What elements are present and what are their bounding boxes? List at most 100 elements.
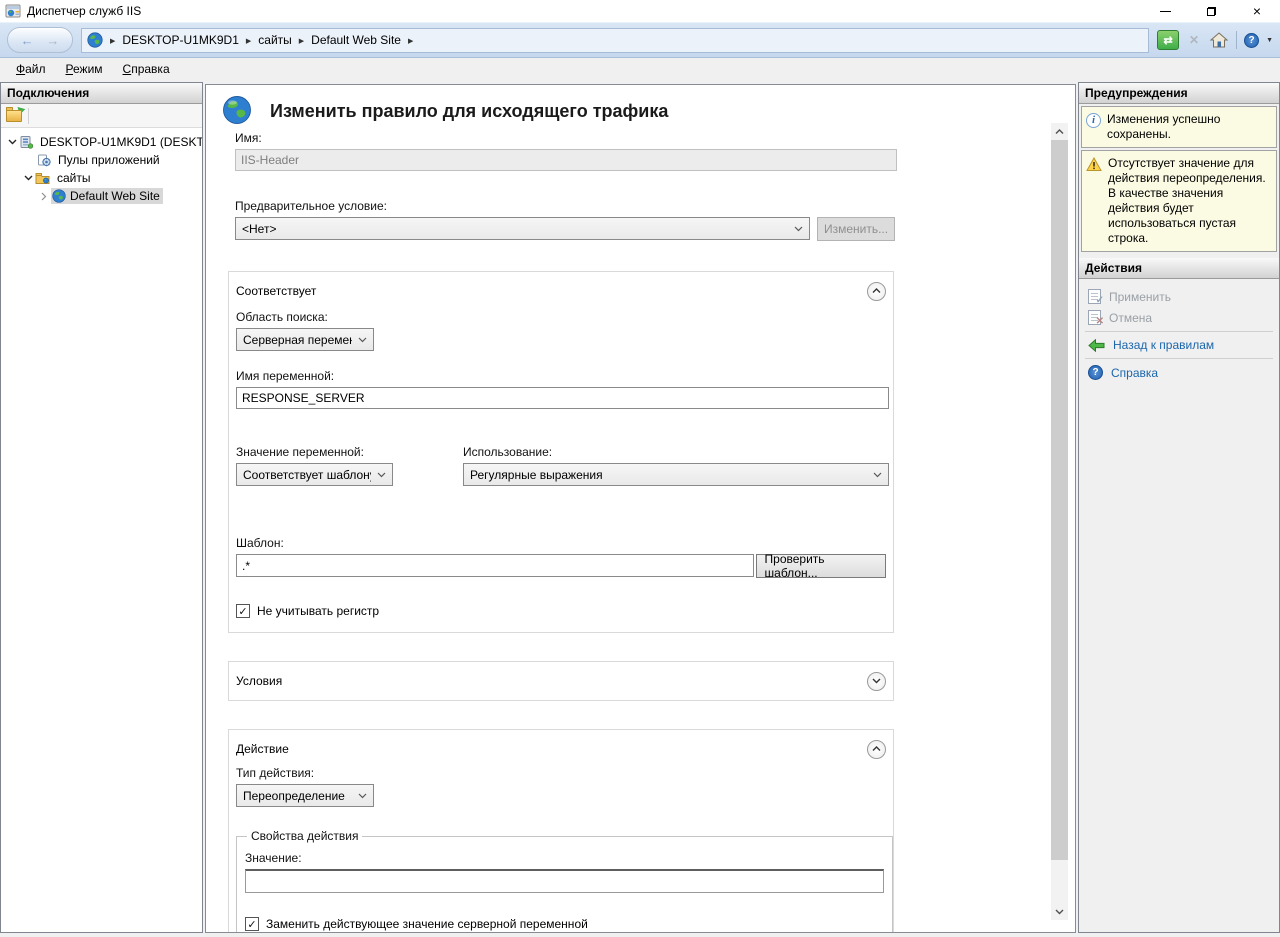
collapse-action-button[interactable] (867, 740, 886, 759)
tree-item-sites[interactable]: сайты (1, 169, 202, 187)
variable-name-field[interactable] (236, 387, 889, 409)
replace-value-label: Заменить действующее значение серверной … (266, 917, 588, 931)
menu-file[interactable]: Файл (6, 60, 56, 78)
variable-value-selected: Соответствует шаблону (243, 468, 371, 482)
restore-button[interactable] (1188, 0, 1234, 22)
breadcrumb-sites[interactable]: сайты (258, 33, 292, 47)
create-connection-icon[interactable] (6, 110, 22, 122)
action-value-field[interactable] (245, 869, 884, 893)
alert-info-text: Изменения успешно сохранены. (1107, 112, 1272, 142)
variable-value-select[interactable]: Соответствует шаблону (236, 463, 393, 486)
tree-item-default-web-site[interactable]: Default Web Site (1, 187, 202, 205)
vertical-scrollbar[interactable] (1051, 123, 1068, 920)
right-panel: Предупреждения i Изменения успешно сохра… (1078, 82, 1280, 933)
alert-warning: Отсутствует значение для действия переоп… (1081, 150, 1277, 252)
stop-icon: ✕ (1184, 30, 1204, 50)
globe-icon (87, 32, 103, 48)
divider (1085, 331, 1273, 332)
menu-view[interactable]: Режим (56, 60, 113, 78)
action-properties-group: Свойства действия Значение: ✓ Заменить д… (236, 829, 893, 932)
server-icon (19, 135, 33, 149)
ignore-case-label: Не учитывать регистр (257, 604, 379, 618)
chevron-right-icon[interactable] (37, 192, 51, 201)
breadcrumb-expand-icon[interactable]: ▶ (246, 36, 251, 45)
tree-item-app-pools[interactable]: Пулы приложений (1, 151, 202, 169)
breadcrumb-expand-icon[interactable]: ▶ (110, 36, 115, 45)
titlebar: Диспетчер служб IIS × (0, 0, 1280, 22)
scroll-down-icon[interactable] (1051, 903, 1068, 920)
restore-icon (1207, 7, 1216, 16)
action-properties-legend: Свойства действия (247, 829, 362, 843)
scope-label: Область поиска: (236, 310, 886, 324)
connections-toolbar (1, 104, 202, 128)
warning-icon (1086, 157, 1102, 246)
replace-value-checkbox[interactable]: ✓ (245, 917, 259, 931)
app-body: Подключения (0, 80, 1280, 937)
ignore-case-checkbox[interactable]: ✓ (236, 604, 250, 618)
actions-list: ✓ Применить ✕ Отмена Назад к правилам (1079, 279, 1279, 387)
help-link[interactable]: ? Справка (1079, 362, 1279, 383)
home-icon[interactable] (1209, 31, 1229, 49)
connections-panel: Подключения (0, 82, 203, 933)
breadcrumb-expand-icon[interactable]: ▶ (408, 36, 413, 45)
minimize-button[interactable] (1142, 0, 1188, 22)
name-label: Имя: (235, 131, 1043, 145)
main-wrap: Изменить правило для исходящего трафика … (203, 82, 1078, 935)
match-section: Соответствует Область поиска: Серверная … (228, 271, 894, 633)
back-to-rules-link[interactable]: Назад к правилам (1079, 335, 1279, 355)
close-icon: × (1253, 4, 1261, 18)
address-toolbar: ← → ▶ DESKTOP-U1MK9D1 ▶ сайты ▶ Default … (0, 22, 1280, 58)
toolbar-separator (1236, 31, 1237, 49)
using-select[interactable]: Регулярные выражения (463, 463, 889, 486)
selected-tree-item[interactable]: Default Web Site (51, 188, 163, 204)
back-button[interactable]: ← (21, 34, 34, 47)
pattern-label: Шаблон: (236, 536, 886, 550)
expand-conditions-button[interactable] (867, 672, 886, 691)
breadcrumb-expand-icon[interactable]: ▶ (299, 36, 304, 45)
site-globe-icon (52, 189, 66, 203)
scrollbar-thumb[interactable] (1051, 140, 1068, 860)
tree-item-label: Default Web Site (70, 189, 160, 203)
action-type-select[interactable]: Переопределение (236, 784, 374, 807)
chevron-down-icon[interactable] (21, 175, 35, 181)
breadcrumb-server[interactable]: DESKTOP-U1MK9D1 (122, 33, 238, 47)
tree-item-server[interactable]: DESKTOP-U1MK9D1 (DESKTOP (1, 133, 202, 151)
alert-info: i Изменения успешно сохранены. (1081, 106, 1277, 148)
test-pattern-button[interactable]: Проверить шаблон... (756, 554, 886, 578)
help-icon[interactable]: ? (1244, 33, 1259, 48)
precondition-select[interactable]: <Нет> (235, 217, 810, 240)
close-button[interactable]: × (1234, 0, 1280, 22)
apply-label: Применить (1109, 290, 1171, 304)
pattern-field[interactable] (236, 554, 754, 577)
help-label: Справка (1111, 366, 1158, 380)
chevron-down-icon[interactable] (5, 139, 19, 145)
alerts-header: Предупреждения (1079, 83, 1279, 104)
divider (1085, 358, 1273, 359)
edit-precondition-button[interactable]: Изменить... (817, 217, 895, 241)
alert-warning-text: Отсутствует значение для действия переоп… (1108, 156, 1272, 246)
scope-select[interactable]: Серверная переменн (236, 328, 374, 351)
collapse-match-button[interactable] (867, 282, 886, 301)
forward-button[interactable]: → (46, 34, 59, 47)
apply-button: ✓ Применить (1079, 286, 1279, 307)
variable-value-label: Значение переменной: (236, 445, 463, 459)
chevron-down-icon (873, 472, 882, 478)
conditions-section: Условия (228, 661, 894, 701)
breadcrumb-default-web-site[interactable]: Default Web Site (311, 33, 401, 47)
minimize-icon (1160, 11, 1171, 12)
scroll-up-icon[interactable] (1051, 123, 1068, 140)
restart-icon[interactable]: ⇄ (1157, 30, 1179, 50)
tree-item-label: сайты (54, 170, 94, 186)
cancel-icon: ✕ (1088, 310, 1101, 325)
breadcrumb[interactable]: ▶ DESKTOP-U1MK9D1 ▶ сайты ▶ Default Web … (81, 28, 1149, 53)
cancel-label: Отмена (1109, 311, 1152, 325)
variable-name-label: Имя переменной: (236, 369, 886, 383)
edit-outbound-rule-form: Изменить правило для исходящего трафика … (206, 85, 1043, 932)
chevron-down-icon (377, 472, 386, 478)
toolbar-separator (28, 108, 29, 124)
menu-help[interactable]: Справка (113, 60, 180, 78)
help-dropdown-icon[interactable]: ▼ (1266, 37, 1273, 44)
action-section-title: Действие (236, 742, 289, 756)
page-title: Изменить правило для исходящего трафика (270, 95, 668, 122)
sites-folder-icon (35, 172, 50, 185)
